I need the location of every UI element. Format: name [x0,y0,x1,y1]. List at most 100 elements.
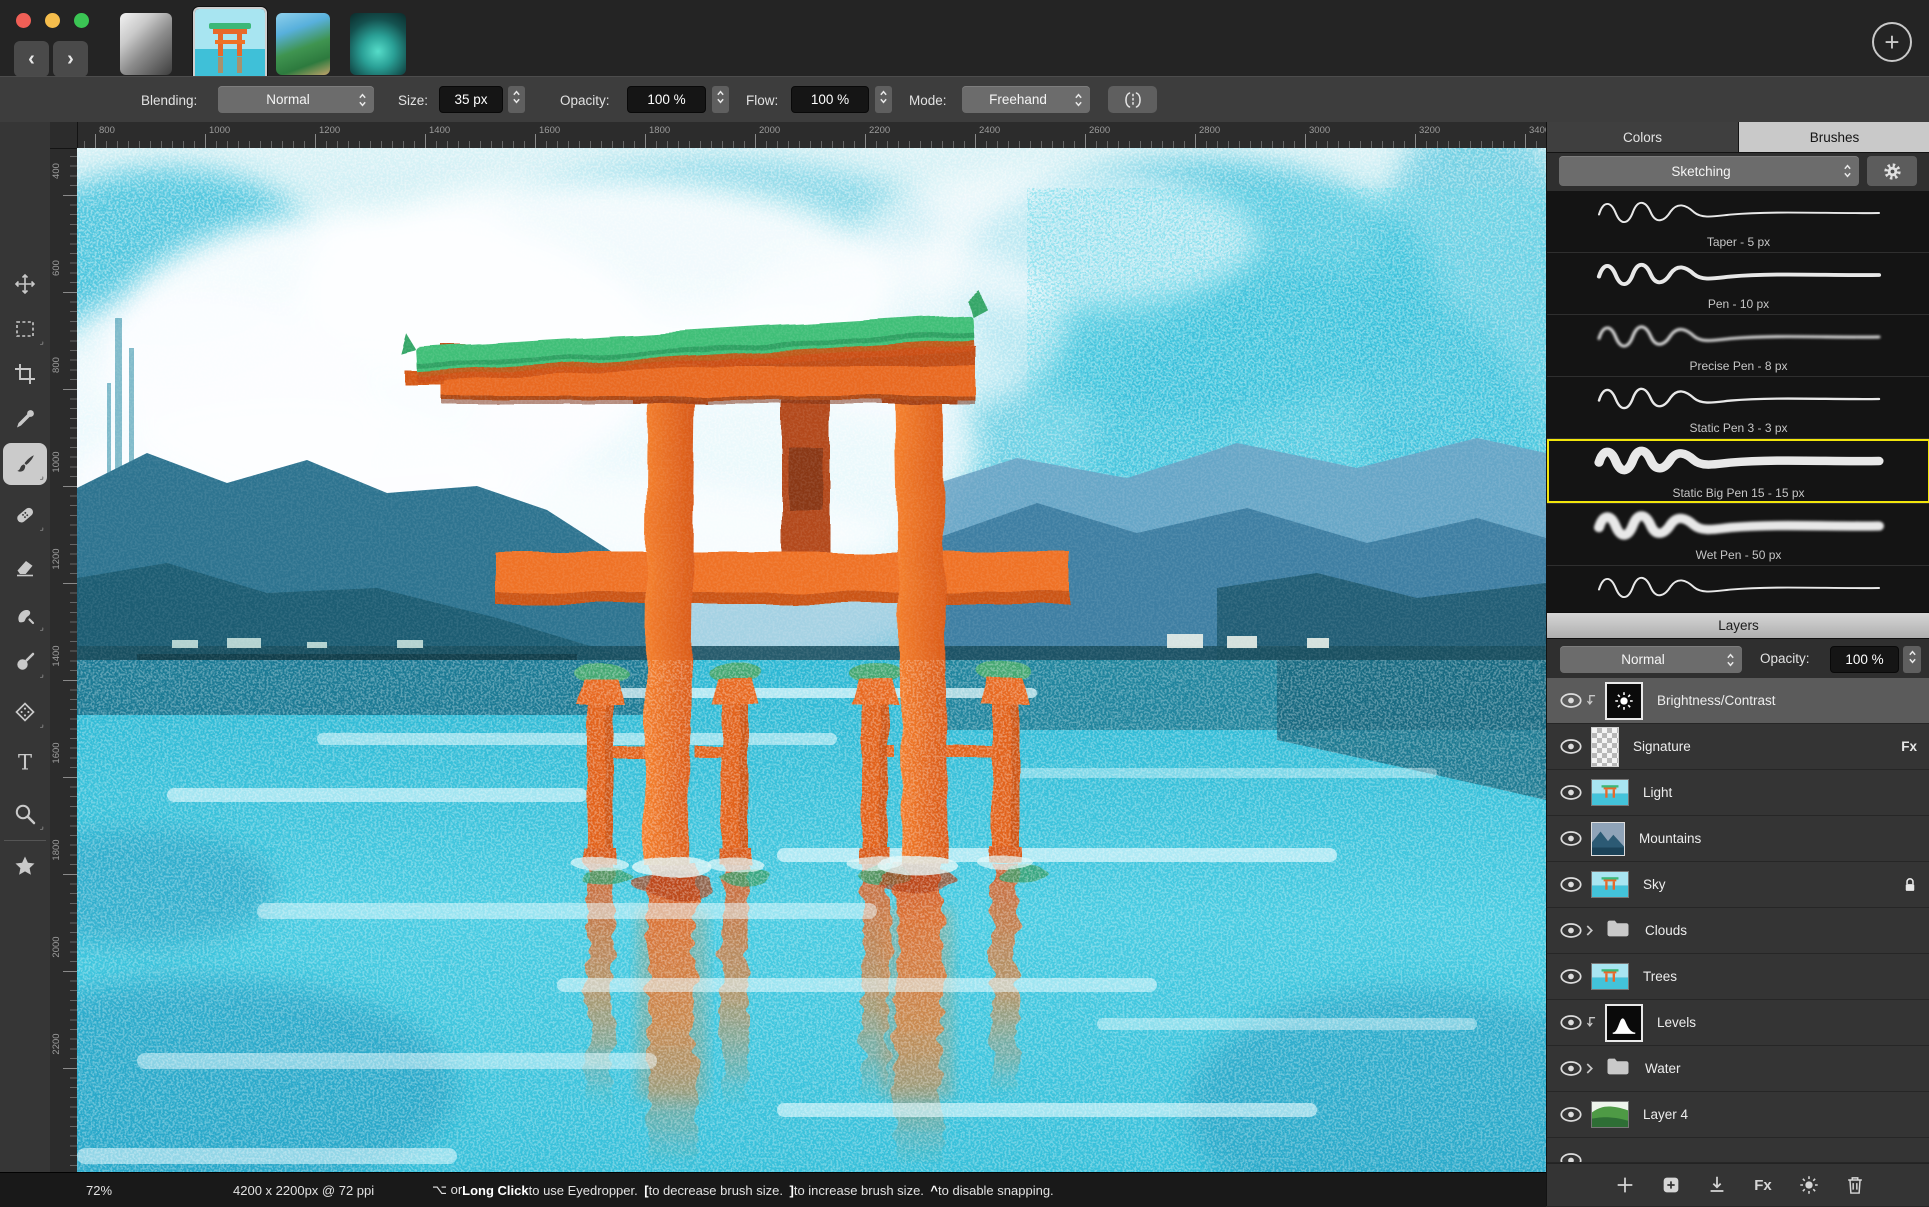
vertical-ruler[interactable]: 4006008001000120014001600180020002200 [50,148,78,1172]
layer-name[interactable]: Levels [1657,1015,1696,1030]
import-button[interactable] [1705,1173,1729,1197]
delete-layer-button[interactable] [1843,1173,1867,1197]
layer-thumbnail[interactable] [1591,1101,1629,1128]
hint-segment: Long Click [462,1183,528,1198]
brush-category-dropdown[interactable]: Sketching [1559,156,1859,186]
layer-row-sky[interactable]: Sky [1547,862,1929,908]
document-tab-torii-painting-document[interactable] [193,7,267,83]
layer-name[interactable]: Trees [1643,969,1677,984]
color-picker-tool[interactable] [3,398,47,440]
layer-row-levels[interactable]: Levels [1547,1000,1929,1046]
size-stepper[interactable] [508,86,525,113]
layer-thumbnail[interactable] [1605,682,1643,720]
layer-row-mountains[interactable]: Mountains [1547,816,1929,862]
layer-name[interactable]: Signature [1633,739,1691,754]
close-window-button[interactable] [16,13,31,28]
layer-blend-dropdown[interactable]: Normal [1560,646,1742,673]
canvas-viewport[interactable] [77,148,1546,1172]
brush-item-taper-5-px[interactable]: Taper - 5 px [1547,190,1929,252]
expand-chevron-icon[interactable] [1585,1062,1605,1075]
layer-thumbnail[interactable] [1591,963,1629,990]
mode-dropdown[interactable]: Freehand [962,86,1090,113]
brush-stroke-preview [1589,196,1889,230]
layer-name[interactable]: Mountains [1639,831,1701,846]
opacity-field[interactable]: 100 % [627,86,706,113]
layer-visibility-eye-icon[interactable] [1559,1060,1585,1077]
layer-row-signature[interactable]: Signature Fx [1547,724,1929,770]
flow-field[interactable]: 100 % [791,86,869,113]
brush-item-partial[interactable] [1547,565,1929,612]
new-document-button[interactable]: + [1872,22,1912,62]
layer-row-light[interactable]: Light [1547,770,1929,816]
photo-thumbnail [1591,1101,1629,1128]
layer-visibility-eye-icon[interactable] [1559,876,1585,893]
document-tab-coast-photo-document[interactable] [276,13,330,75]
layer-row-brightness-contrast[interactable]: Brightness/Contrast [1547,678,1929,724]
brush-item-pen-10-px[interactable]: Pen - 10 px [1547,252,1929,314]
layer-name[interactable]: Layer 4 [1643,1107,1688,1122]
layer-name[interactable]: Water [1645,1061,1681,1076]
layer-visibility-eye-icon[interactable] [1559,1106,1585,1123]
layer-visibility-eye-icon[interactable] [1559,692,1585,709]
history-forward-button[interactable]: › [53,41,88,77]
layer-thumbnail[interactable] [1605,918,1631,944]
layer-row-layer-4[interactable]: Layer 4 [1547,1092,1929,1138]
layer-visibility-eye-icon[interactable] [1559,1014,1585,1031]
history-back-button[interactable]: ‹ [14,41,49,77]
expand-chevron-icon[interactable] [1585,924,1605,937]
layer-row-clouds[interactable]: Clouds [1547,908,1929,954]
layer-row-water[interactable]: Water [1547,1046,1929,1092]
brush-item-wet-pen-50-px[interactable]: Wet Pen - 50 px [1547,503,1929,565]
tab-brushes[interactable]: Brushes [1739,122,1929,153]
layer-thumbnail[interactable] [1591,727,1619,767]
layer-row-trees[interactable]: Trees [1547,954,1929,1000]
canvas-artwork-torii-painting[interactable] [77,148,1546,1172]
layers-panel-header[interactable]: Layers [1547,612,1929,639]
layer-visibility-eye-icon[interactable] [1559,784,1585,801]
size-field[interactable]: 35 px [439,86,503,113]
layer-visibility-eye-icon[interactable] [1559,830,1585,847]
brush-panel-settings-button[interactable] [1867,156,1917,186]
healing-brush-tool[interactable]: › [3,494,47,536]
layer-visibility-eye-icon[interactable] [1559,968,1585,985]
layer-visibility-eye-icon[interactable] [1559,922,1585,939]
layer-opacity-stepper[interactable] [1903,646,1921,673]
layer-name[interactable]: Brightness/Contrast [1657,693,1776,708]
marquee-tool[interactable]: › [3,308,47,350]
layer-opacity-field[interactable]: 100 % [1830,646,1899,673]
layer-name[interactable]: Light [1643,785,1672,800]
add-group-button[interactable] [1659,1173,1683,1197]
stepper-updown-icon [1908,649,1917,670]
smudge-tool[interactable]: › [3,594,47,636]
layer-thumbnail[interactable] [1591,871,1629,898]
stabilizer-button[interactable] [1108,86,1157,113]
layer-thumbnail[interactable] [1591,822,1625,856]
document-tab-cave-photo-document[interactable] [350,13,406,75]
zoom-tool[interactable]: › [3,793,47,835]
brush-item-static-big-pen-15-15-px[interactable]: Static Big Pen 15 - 15 px [1547,438,1929,503]
gear-icon [1882,161,1903,182]
document-tab-grayscale-figure-document[interactable] [120,13,172,75]
brush-name: Wet Pen - 50 px [1547,548,1929,562]
flow-stepper[interactable] [875,86,892,113]
layer-fx-badge[interactable]: Fx [1901,739,1917,754]
blending-dropdown[interactable]: Normal [218,86,374,113]
layer-thumbnail[interactable] [1605,1004,1643,1042]
minimize-window-button[interactable] [45,13,60,28]
tab-colors[interactable]: Colors [1547,122,1739,153]
layer-name[interactable]: Clouds [1645,923,1687,938]
opacity-stepper[interactable] [712,86,729,113]
zoom-window-button[interactable] [74,13,89,28]
layer-thumbnail[interactable] [1605,1056,1631,1082]
layer-name[interactable]: Sky [1643,877,1666,892]
brush-item-precise-pen-8-px[interactable]: Precise Pen - 8 px [1547,314,1929,376]
adjustment-button[interactable] [1797,1173,1821,1197]
brush-item-static-pen-3-3-px[interactable]: Static Pen 3 - 3 px [1547,376,1929,438]
layer-effects-button[interactable]: Fx [1751,1173,1775,1197]
layer-thumbnail[interactable] [1591,779,1629,806]
add-layer-button[interactable] [1613,1173,1637,1197]
mesh-warp-tool[interactable]: › [3,691,47,733]
layer-visibility-eye-icon[interactable] [1559,738,1585,755]
horizontal-ruler[interactable]: 8001000120014001600180020002200240026002… [50,122,1546,149]
zoom-level[interactable]: 72% [86,1173,112,1207]
